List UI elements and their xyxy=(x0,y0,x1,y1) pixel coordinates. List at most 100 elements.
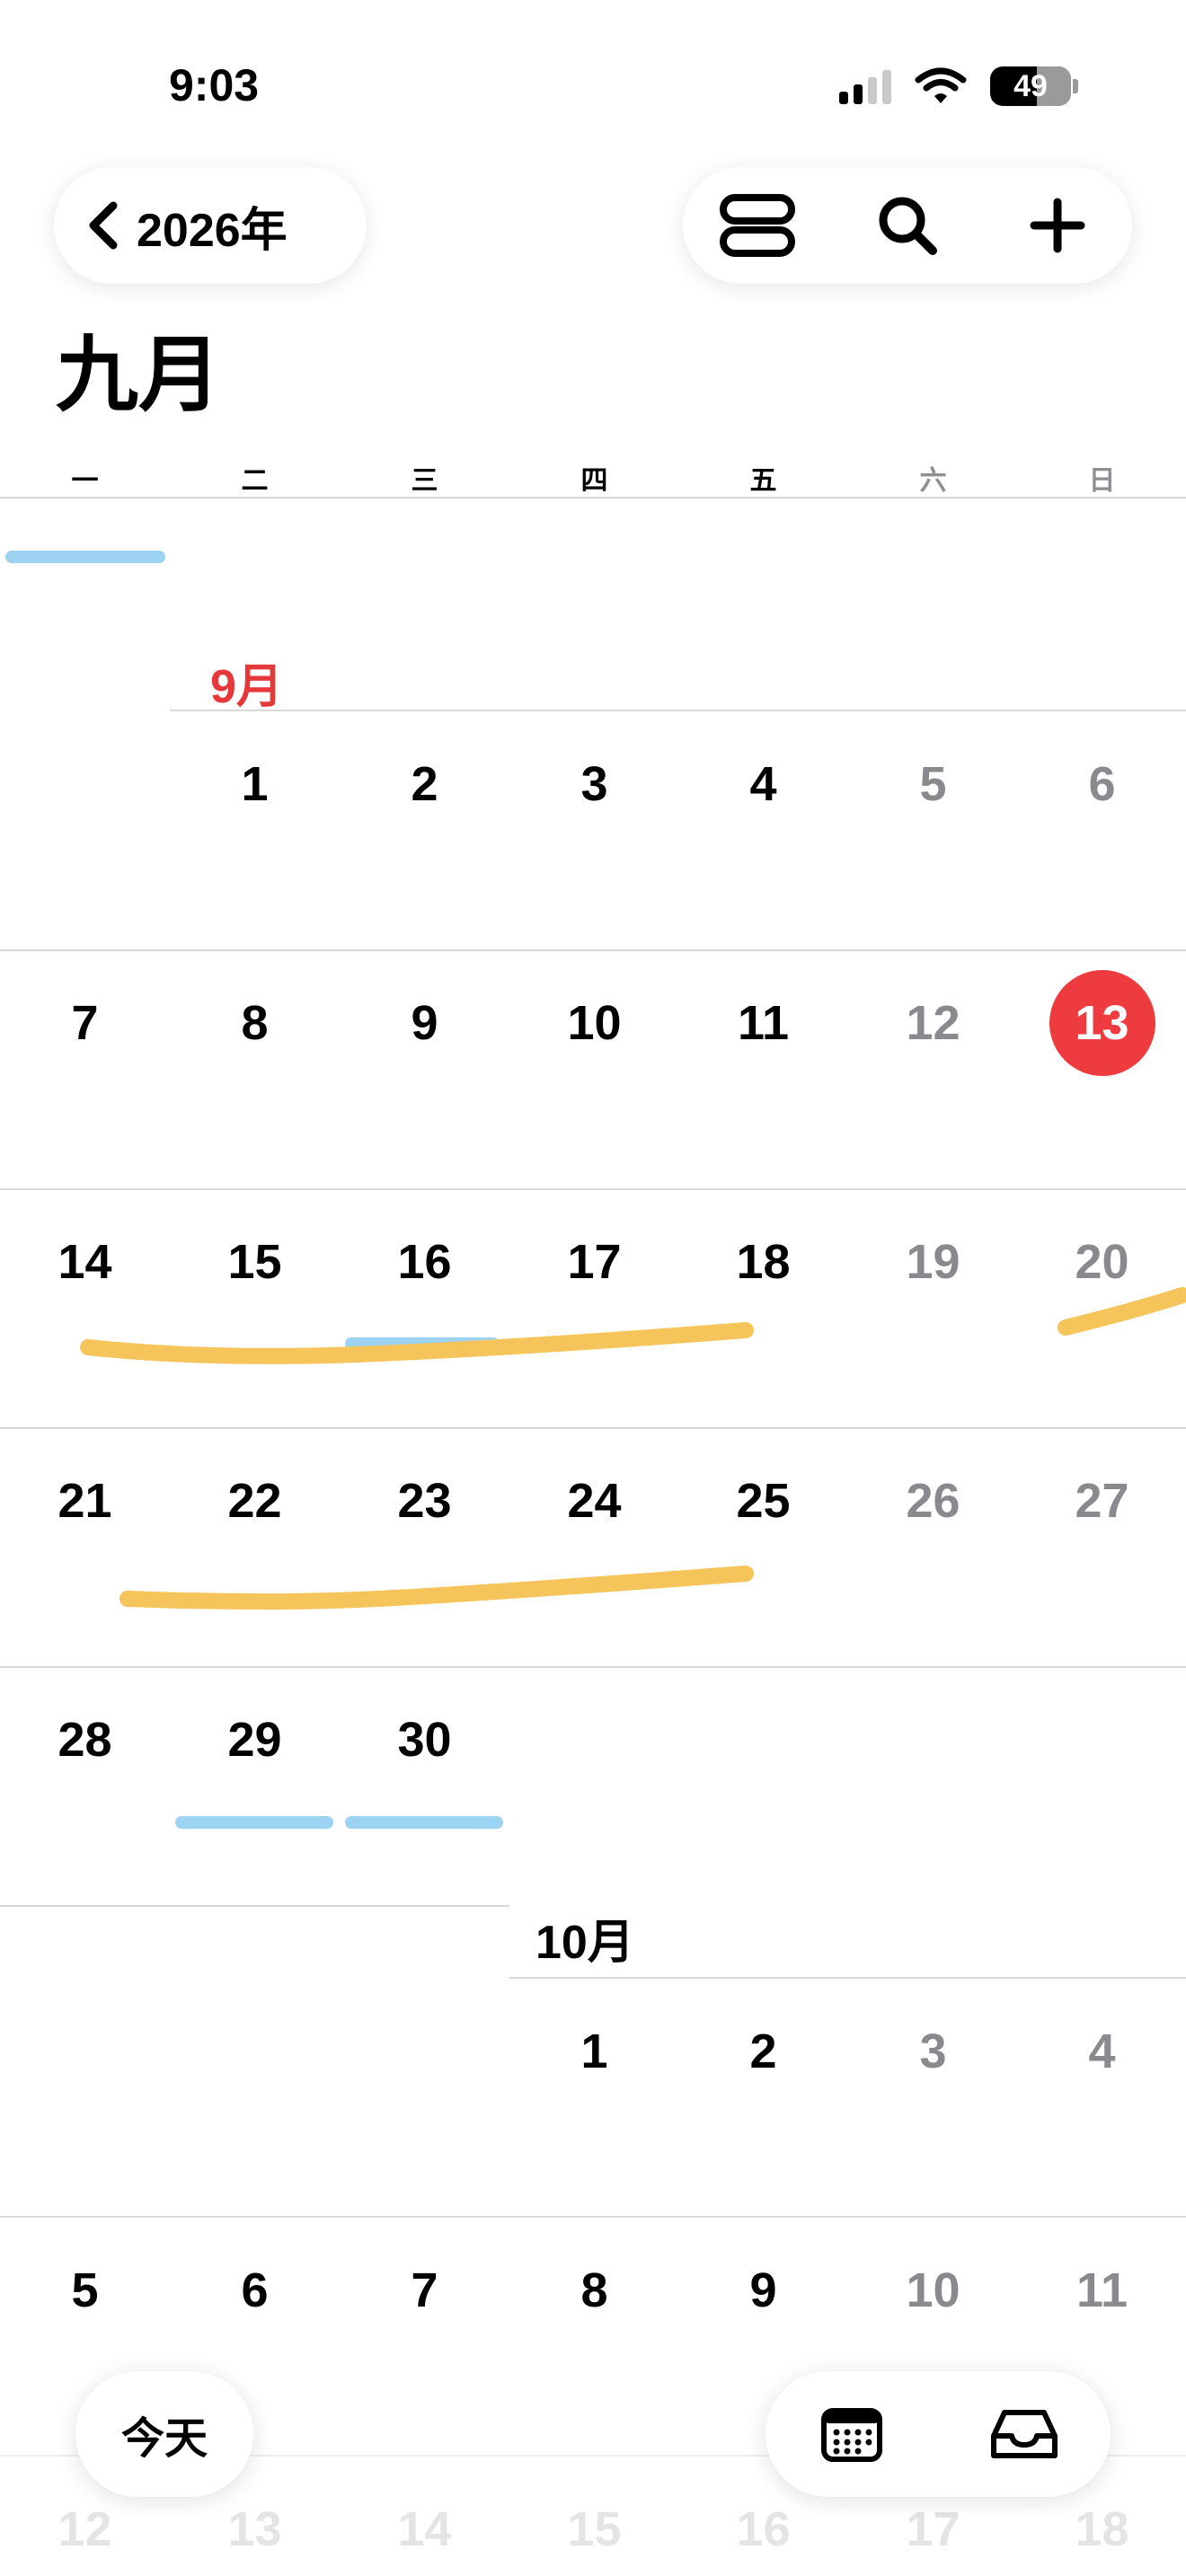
day-cell[interactable]: 23 xyxy=(340,1465,509,1537)
day-number: 28 xyxy=(58,1713,112,1767)
month-label: 10月 xyxy=(535,1917,634,1969)
day-number: 25 xyxy=(736,1474,791,1528)
day-cell[interactable]: 30 xyxy=(340,1704,509,1776)
add-event-button[interactable] xyxy=(1008,176,1107,275)
day-cell-today[interactable]: 13 xyxy=(1017,970,1186,1076)
day-number: 18 xyxy=(736,1235,791,1289)
day-cell[interactable]: 7 xyxy=(340,2254,509,2326)
day-cell[interactable]: 8 xyxy=(170,987,340,1059)
day-cell[interactable]: 22 xyxy=(170,1465,340,1537)
day-number: 7 xyxy=(71,996,99,1050)
day-cell[interactable]: 26 xyxy=(848,1465,1018,1537)
weekday-label: 一 xyxy=(71,466,99,496)
day-cell[interactable]: 1 xyxy=(170,748,340,820)
add-icon xyxy=(1030,198,1085,253)
weekday-header: 一二三四五六日 xyxy=(0,458,1186,496)
day-number: 11 xyxy=(1075,2263,1128,2317)
day-cell[interactable]: 1 xyxy=(509,2016,679,2087)
event-bar[interactable] xyxy=(5,551,165,563)
week-divider xyxy=(0,2216,1186,2218)
weekday-label: 五 xyxy=(749,466,777,496)
day-cell[interactable]: 29 xyxy=(170,1704,340,1776)
day-cell[interactable]: 10 xyxy=(509,987,679,1059)
day-cell[interactable]: 11 xyxy=(678,987,848,1059)
calendar-view-button[interactable] xyxy=(802,2385,901,2483)
day-cell[interactable]: 10 xyxy=(848,2254,1018,2326)
day-number: 20 xyxy=(1075,1235,1129,1289)
day-cell[interactable]: 28 xyxy=(0,1704,170,1776)
wifi-icon xyxy=(915,67,967,103)
event-bar[interactable] xyxy=(175,1816,333,1829)
day-cell[interactable]: 19 xyxy=(848,1226,1018,1298)
day-number: 1 xyxy=(580,2025,608,2078)
back-to-year-button[interactable]: 2026年 xyxy=(54,167,367,284)
day-cell[interactable]: 21 xyxy=(0,1465,170,1537)
day-cell[interactable]: 24 xyxy=(509,1465,679,1537)
day-cell[interactable]: 4 xyxy=(1017,2016,1186,2087)
day-number: 10 xyxy=(906,2263,960,2317)
view-toggle-button[interactable] xyxy=(708,176,807,275)
day-cell[interactable]: 15 xyxy=(170,1226,340,1298)
day-cell[interactable]: 9 xyxy=(340,987,509,1059)
day-number: 21 xyxy=(58,1474,112,1528)
status-icons: 49 xyxy=(839,59,1078,113)
battery-icon: 49 xyxy=(990,66,1078,106)
day-number: 6 xyxy=(1088,757,1116,811)
weekday-label: 二 xyxy=(241,466,269,496)
day-cell[interactable]: 14 xyxy=(0,1226,170,1298)
day-number: 17 xyxy=(567,1235,622,1289)
day-number: 8 xyxy=(241,996,269,1050)
day-cell[interactable]: 7 xyxy=(0,987,170,1059)
view-toggle-icon xyxy=(720,194,796,257)
day-number: 5 xyxy=(71,2263,99,2317)
day-cell[interactable]: 4 xyxy=(678,748,848,820)
inbox-button[interactable] xyxy=(975,2385,1074,2483)
day-number: 13 xyxy=(1049,970,1155,1076)
day-number: 26 xyxy=(906,1474,960,1528)
day-cell[interactable]: 16 xyxy=(340,1226,509,1298)
day-cell[interactable]: 27 xyxy=(1017,1465,1186,1537)
day-number: 1 xyxy=(241,757,269,811)
day-number: 8 xyxy=(580,2263,608,2317)
day-number: 16 xyxy=(397,1235,452,1289)
day-cell[interactable]: 5 xyxy=(848,748,1018,820)
day-number: 11 xyxy=(737,996,790,1050)
day-cell[interactable]: 17 xyxy=(509,1226,679,1298)
week-divider xyxy=(0,1905,509,1907)
day-cell[interactable]: 6 xyxy=(170,2254,340,2326)
day-cell[interactable]: 6 xyxy=(1017,748,1186,820)
day-cell[interactable]: 25 xyxy=(678,1465,848,1537)
day-cell[interactable]: 2 xyxy=(340,748,509,820)
day-cell[interactable]: 9 xyxy=(678,2254,848,2326)
week-divider xyxy=(170,710,1186,711)
day-cell[interactable]: 3 xyxy=(509,748,679,820)
day-cell[interactable]: 3 xyxy=(848,2016,1018,2087)
search-button[interactable] xyxy=(858,176,957,275)
signal-icon xyxy=(839,68,891,104)
status-time: 9:03 xyxy=(169,60,260,110)
week-divider xyxy=(0,1188,1186,1190)
battery-level: 49 xyxy=(1013,68,1048,103)
day-cell[interactable]: 5 xyxy=(0,2254,170,2326)
month-title: 九月 xyxy=(56,330,222,421)
week-divider xyxy=(509,1977,1186,1979)
day-cell[interactable]: 8 xyxy=(509,2254,679,2326)
month-label: 9月 xyxy=(210,661,283,713)
calendar-grid-icon xyxy=(821,2408,882,2462)
event-bar[interactable] xyxy=(345,1337,500,1350)
header-actions xyxy=(683,167,1132,284)
day-cell[interactable]: 18 xyxy=(678,1226,848,1298)
day-number: 23 xyxy=(397,1474,452,1528)
weekday-label: 日 xyxy=(1088,466,1116,496)
day-number: 30 xyxy=(397,1713,452,1767)
inbox-icon xyxy=(991,2410,1058,2458)
day-cell[interactable]: 12 xyxy=(848,987,1018,1059)
day-cell[interactable]: 11 xyxy=(1017,2254,1186,2326)
day-cell[interactable]: 20 xyxy=(1017,1226,1186,1298)
day-cell[interactable]: 2 xyxy=(678,2016,848,2087)
today-button[interactable]: 今天 xyxy=(75,2371,253,2497)
day-number: 15 xyxy=(227,1235,282,1289)
day-number: 3 xyxy=(919,2025,947,2078)
event-bar[interactable] xyxy=(345,1816,503,1829)
day-number: 2 xyxy=(411,757,438,811)
